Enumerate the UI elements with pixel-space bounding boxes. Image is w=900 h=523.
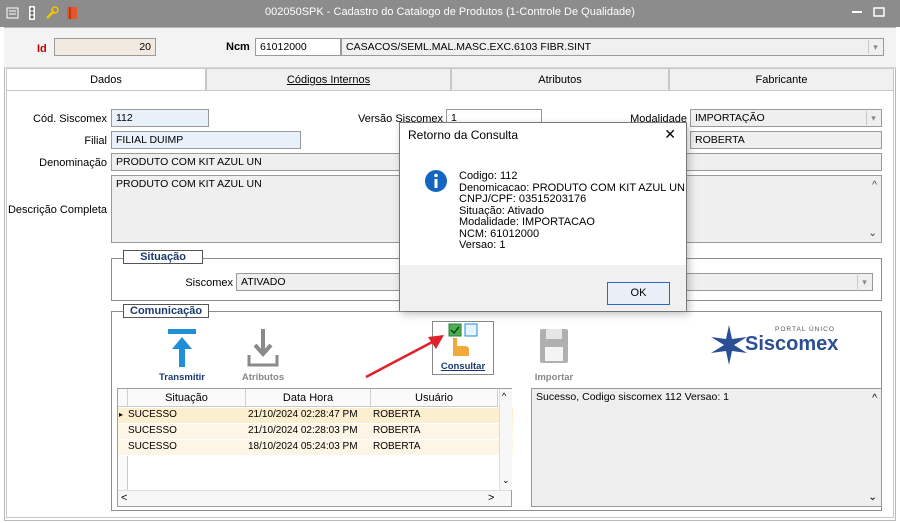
tab-dados[interactable]: Dados (6, 68, 206, 91)
info-icon (425, 170, 447, 192)
importar-label: Importar (534, 372, 574, 383)
logo-title: Siscomex (745, 333, 839, 355)
filial-field[interactable]: FILIAL DUIMP (111, 131, 301, 149)
atributos-button[interactable]: Atributos (232, 325, 294, 383)
scroll-up-icon[interactable]: ^ (872, 179, 877, 191)
dialog-header: Retorno da Consulta ✕ (400, 123, 686, 145)
importar-button[interactable]: Importar (523, 325, 585, 383)
comunicacao-group-title: Comunicação (123, 304, 209, 318)
row-indicator-icon: ▸ (119, 410, 124, 419)
cell-situacao: SUCESSO (128, 441, 177, 452)
siscomex-logo: PORTAL ÚNICO Siscomex (709, 323, 849, 365)
table-row[interactable]: SUCESSO 18/10/2024 05:24:03 PM ROBERTA (118, 440, 513, 455)
scroll-left-icon[interactable]: < (121, 492, 127, 504)
ncm-description-text: CASACOS/SEML.MAL.MASC.EXC.6103 FIBR.SINT (346, 41, 592, 53)
filial-label: Filial (84, 135, 107, 147)
cell-usuario: ROBERTA (373, 441, 421, 452)
scroll-right-icon[interactable]: > (488, 492, 494, 504)
save-disk-icon (540, 329, 568, 363)
descricao-label: Descrição Completa (7, 204, 107, 216)
ncm-label: Ncm (226, 41, 250, 53)
situacao-group-title: Situação (123, 250, 203, 264)
dialog-title: Retorno da Consulta (408, 128, 519, 142)
chevron-down-icon[interactable]: ▾ (857, 275, 871, 289)
log-text: Sucesso, Codigo siscomex 112 Versao: 1 (536, 391, 729, 403)
ncm-code-field[interactable]: 61012000 (255, 38, 341, 56)
grid-header-datahora[interactable]: Data Hora (246, 389, 371, 407)
descricao-text: PRODUTO COM KIT AZUL UN (116, 178, 262, 190)
id-field[interactable]: 20 (54, 38, 156, 56)
tab-fabricante[interactable]: Fabricante (669, 68, 894, 90)
chevron-down-icon[interactable]: ▾ (866, 111, 880, 125)
siscomex-status-value: ATIVADO (241, 276, 286, 288)
history-grid: Situação Data Hora Usuário ▸ SUCESSO 21/… (117, 388, 513, 507)
window-title: 002050SPK - Cadastro do Catalogo de Prod… (265, 6, 635, 18)
cod-siscomex-field[interactable]: 112 (111, 109, 209, 127)
dialog-line: Modalidade: IMPORTACAO (459, 216, 595, 228)
transmitir-button[interactable]: Transmitir (151, 325, 213, 383)
cell-usuario: ROBERTA (373, 409, 421, 420)
log-textarea[interactable]: Sucesso, Codigo siscomex 112 Versao: 1 ^… (531, 388, 882, 507)
cell-datahora: 21/10/2024 02:28:47 PM (248, 409, 358, 420)
dialog-line: Versao: 1 (459, 239, 506, 251)
close-icon[interactable]: ✕ (664, 126, 676, 143)
grid-header-usuario[interactable]: Usuário (371, 389, 498, 407)
transmitir-label: Transmitir (159, 372, 205, 383)
responsavel-field[interactable]: ROBERTA (690, 131, 882, 149)
horizontal-scrollbar[interactable]: < > (118, 490, 511, 506)
red-arrow-icon (365, 335, 444, 379)
cell-situacao: SUCESSO (128, 409, 177, 420)
ncm-description-field[interactable]: CASACOS/SEML.MAL.MASC.EXC.6103 FIBR.SINT… (341, 38, 884, 56)
transmit-icon (168, 329, 196, 367)
grid-corner (118, 389, 128, 407)
minimize-icon[interactable] (851, 6, 863, 20)
cod-siscomex-label: Cód. Siscomex (33, 113, 107, 125)
scroll-down-icon[interactable]: ⌄ (868, 227, 877, 239)
vertical-scrollbar[interactable]: ^ ⌄ (499, 389, 512, 490)
star-logo-icon (711, 325, 747, 365)
denominacao-label: Denominação (39, 157, 107, 169)
scroll-down-icon[interactable]: ⌄ (502, 475, 510, 486)
retorno-consulta-dialog: Retorno da Consulta ✕ Codigo: 112 Denomi… (399, 122, 687, 311)
ok-button[interactable]: OK (607, 282, 670, 305)
dialog-line: CNPJ/CPF: 03515203176 (459, 193, 587, 205)
atributos-label: Atributos (241, 372, 285, 383)
dialog-message: Codigo: 112 Denomicacao: PRODUTO COM KIT… (459, 170, 685, 252)
scroll-down-icon[interactable]: ⌄ (868, 491, 877, 503)
table-row[interactable]: ▸ SUCESSO 21/10/2024 02:28:47 PM ROBERTA (118, 408, 513, 423)
table-row[interactable]: SUCESSO 21/10/2024 02:28:03 PM ROBERTA (118, 424, 513, 439)
dialog-line: Codigo: 112 (459, 170, 518, 182)
scroll-up-icon[interactable]: ^ (872, 392, 877, 404)
cell-situacao: SUCESSO (128, 425, 177, 436)
title-bar: 002050SPK - Cadastro do Catalogo de Prod… (0, 0, 900, 27)
cell-datahora: 18/10/2024 05:24:03 PM (248, 441, 358, 452)
id-panel: Id 20 Ncm 61012000 CASACOS/SEML.MAL.MASC… (4, 28, 896, 68)
tab-atributos[interactable]: Atributos (451, 68, 669, 90)
download-icon (247, 329, 279, 367)
cell-usuario: ROBERTA (373, 425, 421, 436)
maximize-icon[interactable] (873, 6, 885, 20)
siscomex-label: Siscomex (185, 277, 233, 289)
grid-header-situacao[interactable]: Situação (128, 389, 246, 407)
tab-codigos-internos[interactable]: Códigos Internos (206, 68, 451, 90)
tab-bar: Dados Códigos Internos Atributos Fabrica… (6, 68, 894, 91)
modalidade-value: IMPORTAÇÃO (695, 112, 765, 124)
id-label: Id (37, 43, 47, 55)
modalidade-select[interactable]: IMPORTAÇÃO ▾ (690, 109, 882, 127)
chevron-down-icon[interactable]: ▾ (868, 40, 882, 54)
cell-datahora: 21/10/2024 02:28:03 PM (248, 425, 358, 436)
scroll-up-icon[interactable]: ^ (502, 391, 506, 401)
logo-subtitle: PORTAL ÚNICO (775, 326, 835, 333)
